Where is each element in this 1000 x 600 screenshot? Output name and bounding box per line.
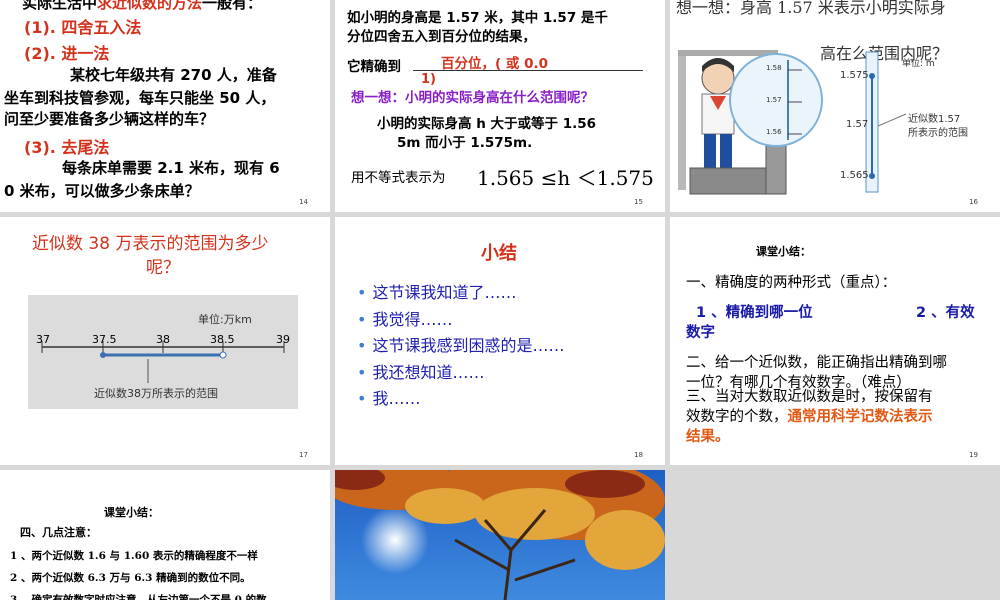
note-1: 1 、两个近似数 1.6 与 1.60 表示的精确程度不一样 xyxy=(10,550,258,562)
point-1b: 2 、有效 xyxy=(916,305,975,321)
intro-text: 实际生活中 xyxy=(22,0,98,12)
point-3-line-2: 效数字的个数，通常用科学记数法表示 xyxy=(686,405,933,426)
summary-title: 小结 xyxy=(481,243,517,264)
text-line-3: 它精确到 xyxy=(347,59,401,75)
think-question: 想一想：小明的实际身高在什么范围呢？ xyxy=(351,90,594,106)
list-item: 这节课我知道了…… xyxy=(357,279,564,306)
title-line-1: 近似数 38 万表示的范围为多少 xyxy=(32,234,269,254)
problem-2-line-1: 每条床单需要 2.1 米布，现有 6 xyxy=(62,159,280,177)
page-number: 19 xyxy=(969,451,978,459)
tick-39: 39 xyxy=(276,333,290,346)
summary-list: 这节课我知道了…… 我觉得…… 这节课我感到困惑的是…… 我还想知道…… 我…… xyxy=(357,279,564,412)
intro-line: 实际生活中求近似数的方法一般有： xyxy=(22,0,262,13)
problem-1-line-1: 某校七年级共有 270 人，准备 xyxy=(70,66,277,84)
slide-17[interactable]: 近似数 38 万表示的范围为多少 呢？ 单位:万km 37 37.5 38 38… xyxy=(0,217,330,465)
note-3: 3 、确定有效数字时应注意，从左边第一个不是 0 的数 xyxy=(10,594,267,600)
text-line-6: 用不等式表示为 xyxy=(351,170,446,186)
page-number: 17 xyxy=(299,451,308,459)
slide-15[interactable]: 如小明的身高是 1.57 米，其中 1.57 是千 分位四舍五入到百分位的结果，… xyxy=(335,0,665,212)
range-note-2: 所表示的范围 xyxy=(908,128,968,139)
point-1a: 1 、精确到哪一位 xyxy=(696,305,813,321)
slide-20[interactable]: 课堂小结： 四、几点注意： 1 、两个近似数 1.6 与 1.60 表示的精确程… xyxy=(0,470,330,600)
point-1: 一、精确度的两种形式（重点）： xyxy=(686,275,897,291)
problem-2-line-2: 0 米布，可以做多少条床单？ xyxy=(4,182,200,200)
tick-38: 38 xyxy=(156,333,170,346)
intro-highlight: 求近似数的方法 xyxy=(97,0,203,12)
method-2: (2). 进一法 xyxy=(24,44,110,63)
section-title: 课堂小结： xyxy=(756,245,811,258)
list-item: 我还想知道…… xyxy=(357,359,564,386)
problem-1-line-2: 坐车到科技管参观，每车只能坐 50 人， xyxy=(4,89,276,107)
list-item: 这节课我感到困惑的是…… xyxy=(357,332,564,359)
point-3-highlight: 通常用科学记数法表示 xyxy=(787,409,933,425)
unit-label: 单位:万km xyxy=(198,313,252,326)
list-item: 我觉得…… xyxy=(357,306,564,333)
point-3-text: 效数字的个数， xyxy=(686,409,788,425)
ruler-label-mid: 1.57 xyxy=(846,119,869,130)
answer-text: 百分位，( 或 0.0 xyxy=(441,56,548,72)
tick-37: 37 xyxy=(36,333,50,346)
range-note-1: 近似数1.57 xyxy=(908,114,961,125)
section-title: 课堂小结： xyxy=(104,506,159,519)
problem-1-line-3: 问至少要准备多少辆这样的车？ xyxy=(4,110,215,128)
method-1: (1). 四舍五入法 xyxy=(24,18,142,37)
answer-text-2: 1) xyxy=(421,72,436,87)
tick-37-5: 37.5 xyxy=(92,333,117,346)
page-number: 14 xyxy=(299,198,308,206)
text-line-2: 分位四舍五入到百分位的结果， xyxy=(347,29,536,45)
text-line-4: 小明的实际身高 h 大于或等于 1.56 xyxy=(377,116,597,132)
slide-16[interactable]: 想一想：身高 1.57 米表示小明实际身 高在么范围内呢？ 单位: m 1.57… xyxy=(670,0,1000,212)
scale-label-158: 1.58 xyxy=(766,64,782,72)
notes-heading: 四、几点注意： xyxy=(20,526,97,539)
inequality: 1.565 ≤h ＜1.575 xyxy=(477,166,654,190)
note-2: 2 、两个近似数 6.3 万与 6.3 精确到的数位不同。 xyxy=(10,572,251,584)
page-number: 16 xyxy=(969,198,978,206)
tick-38-5: 38.5 xyxy=(210,333,235,346)
text-line-5: 5m 而小于 1.575m. xyxy=(397,135,533,151)
unit-label: 单位: m xyxy=(902,59,935,69)
autumn-tree-photo xyxy=(335,470,665,600)
scale-label-157: 1.57 xyxy=(766,96,782,104)
point-3-line-1: 三、当对大数取近似数是时，按保留有 xyxy=(686,389,933,405)
range-caption: 近似数38万所表示的范围 xyxy=(94,387,218,400)
page-number: 18 xyxy=(634,451,643,459)
title-line-2: 呢？ xyxy=(146,258,180,278)
ruler-label-top: 1.575 xyxy=(840,70,869,81)
point-1b-cont: 数字 xyxy=(686,325,715,341)
list-item: 我…… xyxy=(357,385,564,412)
slide-14[interactable]: 实际生活中求近似数的方法一般有： (1). 四舍五入法 (2). 进一法 某校七… xyxy=(0,0,330,212)
slide-21[interactable] xyxy=(335,470,665,600)
point-3-line-3: 结果。 xyxy=(686,429,730,445)
text-line-1: 如小明的身高是 1.57 米，其中 1.57 是千 xyxy=(347,10,608,26)
scale-label-156: 1.56 xyxy=(766,128,782,136)
point-2-line-1: 二、给一个近似数，能正确指出精确到哪 xyxy=(686,355,947,371)
slide-18[interactable]: 小结 这节课我知道了…… 我觉得…… 这节课我感到困惑的是…… 我还想知道…… … xyxy=(335,217,665,465)
slide-19[interactable]: 课堂小结： 一、精确度的两种形式（重点）： 1 、精确到哪一位 2 、有效 数字… xyxy=(670,217,1000,465)
page-number: 15 xyxy=(634,198,643,206)
intro-tail: 一般有： xyxy=(202,0,263,12)
ruler-label-bottom: 1.565 xyxy=(840,170,869,181)
number-line-figure: 单位:万km 37 37.5 38 38.5 39 近似数38万所表示的范围 xyxy=(28,295,298,409)
height-illustration xyxy=(678,50,907,195)
method-3: (3). 去尾法 xyxy=(24,138,110,157)
